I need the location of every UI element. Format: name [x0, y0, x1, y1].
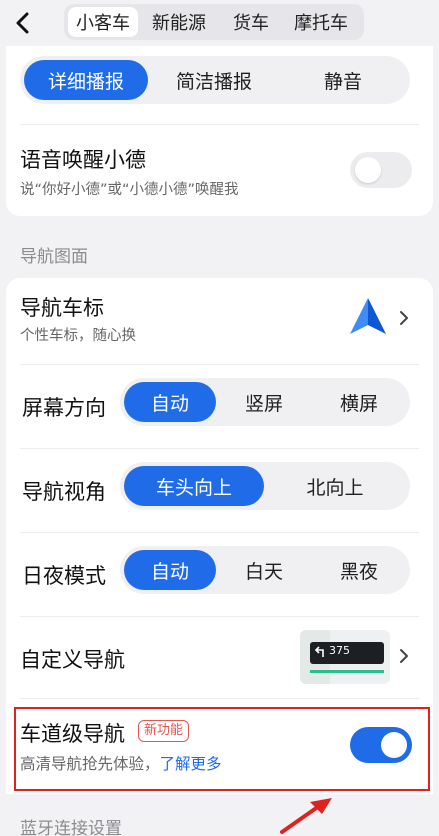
- daynight-night[interactable]: 黑夜: [312, 550, 406, 590]
- tab-motorcycle[interactable]: 摩托车: [282, 7, 360, 37]
- annotation-arrow-icon: [280, 798, 332, 834]
- divider: [20, 698, 419, 699]
- view-selector: 车头向上 北向上: [120, 462, 410, 510]
- learn-more-link[interactable]: 了解更多: [160, 755, 222, 773]
- chevron-right-icon[interactable]: [396, 310, 412, 326]
- divider: [20, 364, 419, 365]
- divider: [20, 616, 419, 617]
- chevron-left-icon: [16, 12, 29, 34]
- orientation-selector: 自动 竖屏 横屏: [120, 378, 410, 426]
- turn-left-icon: [314, 646, 324, 657]
- vehicle-tabs: 小客车 新能源 货车 摩托车: [64, 4, 364, 40]
- mode-concise[interactable]: 简洁播报: [148, 60, 280, 100]
- lane-nav-subtitle: 高清导航抢先体验，了解更多: [20, 752, 222, 774]
- toggle-knob: [381, 732, 407, 758]
- view-label: 导航视角: [22, 480, 106, 504]
- divider: [20, 448, 419, 449]
- daynight-label: 日夜模式: [22, 564, 106, 588]
- tab-new-energy[interactable]: 新能源: [138, 7, 220, 37]
- section-label-nav: 导航图面: [20, 247, 88, 267]
- car-icon-subtitle: 个性车标，随心换: [20, 328, 136, 344]
- back-button[interactable]: [6, 6, 40, 40]
- top-bar: 小客车 新能源 货车 摩托车: [0, 0, 439, 46]
- daynight-day[interactable]: 白天: [216, 550, 312, 590]
- view-heading-up[interactable]: 车头向上: [124, 466, 264, 506]
- voice-wake-title: 语音唤醒小德: [20, 148, 146, 172]
- orientation-portrait[interactable]: 竖屏: [216, 382, 312, 422]
- divider: [20, 532, 419, 533]
- tab-truck[interactable]: 货车: [220, 7, 282, 37]
- navigation-arrow-icon[interactable]: [348, 296, 388, 336]
- view-north-up[interactable]: 北向上: [264, 466, 406, 506]
- orientation-auto[interactable]: 自动: [124, 382, 216, 422]
- custom-nav-preview[interactable]: 375: [300, 630, 390, 684]
- preview-distance: 375: [329, 644, 350, 657]
- orientation-label: 屏幕方向: [22, 396, 106, 420]
- mode-detailed[interactable]: 详细播报: [24, 60, 148, 100]
- preview-route-line: [310, 670, 384, 673]
- voice-wake-subtitle: 说“你好小德”或“小德小德”唤醒我: [20, 182, 239, 198]
- lane-nav-title: 车道级导航: [20, 722, 125, 746]
- section-label-bluetooth: 蓝牙连接设置: [20, 819, 122, 836]
- new-feature-badge: 新功能: [138, 720, 190, 742]
- chevron-right-icon[interactable]: [396, 648, 412, 664]
- lane-nav-desc: 高清导航抢先体验，: [20, 755, 160, 773]
- custom-nav-title: 自定义导航: [20, 648, 125, 672]
- car-icon-title: 导航车标: [20, 296, 104, 320]
- tab-car[interactable]: 小客车: [68, 7, 139, 37]
- nav-settings-card: 导航车标 个性车标，随心换 屏幕方向 自动 竖屏 横屏 导航视角 车头向上 北向…: [6, 278, 433, 794]
- daynight-selector: 自动 白天 黑夜: [120, 546, 410, 594]
- divider: [20, 124, 419, 125]
- broadcast-mode-selector: 详细播报 简洁播报 静音: [20, 56, 410, 104]
- voice-settings-card: 详细播报 简洁播报 静音 语音唤醒小德 说“你好小德”或“小德小德”唤醒我: [6, 46, 433, 216]
- orientation-landscape[interactable]: 横屏: [312, 382, 406, 422]
- voice-wake-toggle[interactable]: [350, 152, 412, 188]
- toggle-knob: [355, 157, 381, 183]
- lane-nav-toggle[interactable]: [350, 727, 412, 763]
- mode-mute[interactable]: 静音: [280, 60, 406, 100]
- daynight-auto[interactable]: 自动: [124, 550, 216, 590]
